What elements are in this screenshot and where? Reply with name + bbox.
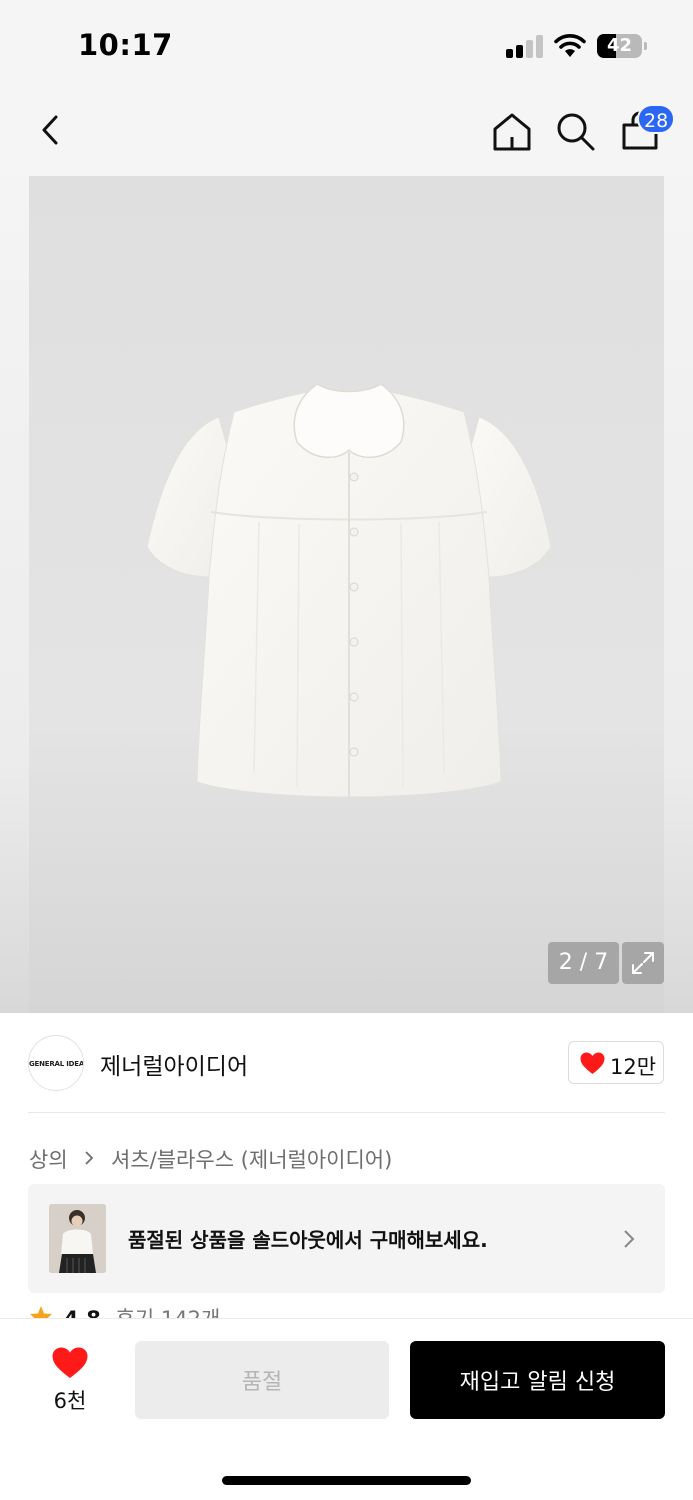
breadcrumb: 상의 셔츠/블라우스 (제너럴아이디어): [29, 1144, 392, 1174]
brand-like-count: 12만: [610, 1055, 657, 1079]
soldout-thumbnail: [49, 1204, 106, 1273]
soldout-banner[interactable]: 품절된 상품을 솔드아웃에서 구매해보세요.: [28, 1184, 665, 1293]
brand-name[interactable]: 제너럴아이디어: [100, 1047, 248, 1081]
wishlist-heart-icon[interactable]: [52, 1347, 88, 1379]
soldout-button: 품절: [135, 1341, 389, 1419]
wishlist-count: 6천: [53, 1389, 87, 1413]
restock-alert-button[interactable]: 재입고 알림 신청: [410, 1341, 665, 1419]
heart-icon: [580, 1052, 605, 1074]
gallery-edge-left: [0, 176, 29, 1013]
bottom-action-bar: 6천 품절 재입고 알림 신청: [0, 1318, 693, 1500]
search-icon[interactable]: [554, 110, 598, 154]
star-icon: [30, 1306, 52, 1319]
status-bar: 10:17 42: [0, 0, 693, 92]
chevron-left-icon[interactable]: [34, 112, 70, 148]
battery-percent: 42: [606, 35, 633, 56]
gallery-edge-right: [664, 176, 693, 1013]
breadcrumb-category[interactable]: 상의: [29, 1144, 68, 1174]
soldout-banner-text: 품절된 상품을 솔드아웃에서 구매해보세요.: [128, 1228, 488, 1252]
home-icon[interactable]: [490, 110, 534, 154]
chevron-right-icon: [624, 1230, 635, 1248]
image-pager: 2 / 7: [548, 942, 619, 984]
brand-like-button[interactable]: 12만: [568, 1041, 664, 1084]
chevron-right-icon: [85, 1151, 94, 1165]
product-image-gallery[interactable]: 2 / 7: [29, 176, 664, 1013]
cellular-signal-icon: [506, 34, 544, 58]
wifi-icon: [554, 34, 586, 57]
expand-button[interactable]: [622, 942, 664, 984]
product-image: [146, 383, 552, 798]
rating-row[interactable]: 4.8 후기 142개: [29, 1303, 220, 1319]
home-indicator[interactable]: [222, 1476, 471, 1485]
brand-row[interactable]: GENERAL IDEA 제너럴아이디어 12만: [28, 1033, 665, 1113]
brand-logo[interactable]: GENERAL IDEA: [28, 1035, 84, 1091]
expand-icon: [632, 952, 654, 974]
breadcrumb-subcategory[interactable]: 셔츠/블라우스 (제너럴아이디어): [111, 1144, 392, 1174]
top-nav-bar: 28: [0, 92, 693, 176]
cart-count-badge[interactable]: 28: [637, 104, 676, 134]
status-time: 10:17: [78, 28, 173, 62]
battery-icon: 42: [597, 34, 647, 58]
